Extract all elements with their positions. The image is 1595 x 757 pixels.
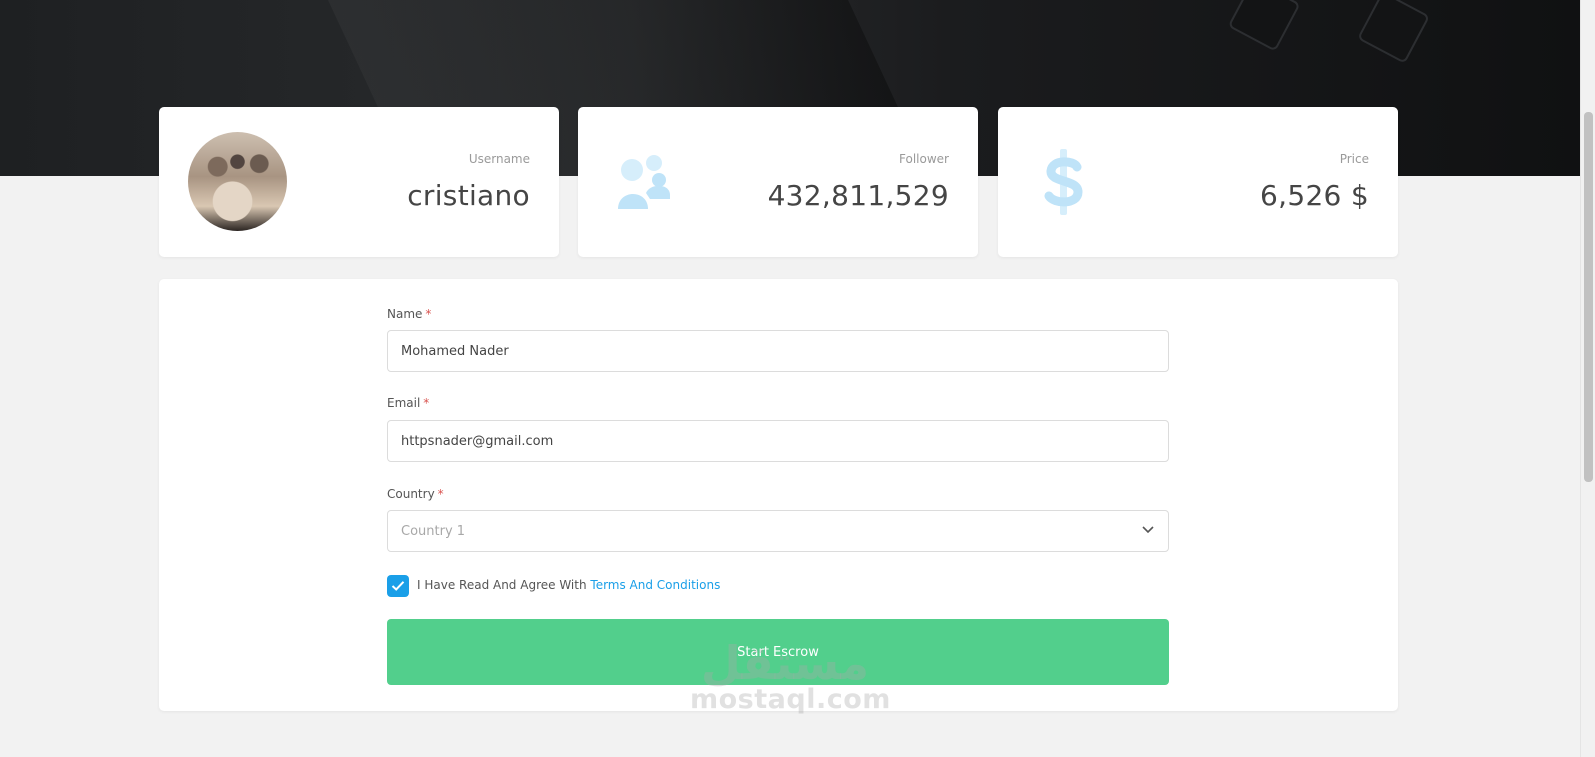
scrollbar-thumb[interactable] bbox=[1584, 112, 1593, 482]
check-icon bbox=[391, 581, 405, 591]
price-card: Price 6,526 $ bbox=[998, 107, 1398, 257]
terms-link[interactable]: Terms And Conditions bbox=[590, 578, 720, 592]
name-input[interactable]: Mohamed Nader bbox=[387, 330, 1169, 372]
name-label-text: Name bbox=[387, 307, 423, 321]
follower-card: Follower 432,811,529 bbox=[578, 107, 978, 257]
email-label-text: Email bbox=[387, 396, 421, 410]
users-icon bbox=[614, 153, 670, 217]
escrow-form: Name * Mohamed Nader Email * httpsnader@gm… bbox=[159, 279, 1398, 711]
key-blank-5 bbox=[1357, 0, 1431, 64]
follower-label: Follower bbox=[899, 152, 949, 166]
terms-text: I Have Read And Agree With Terms And Con… bbox=[417, 578, 720, 592]
required-mark: * bbox=[437, 487, 444, 501]
terms-text-static: I Have Read And Agree With bbox=[417, 578, 587, 592]
dollar-icon bbox=[1044, 149, 1084, 219]
price-label: Price bbox=[1339, 152, 1369, 166]
name-label: Name * bbox=[387, 307, 431, 321]
required-mark: * bbox=[425, 307, 432, 321]
username-value: cristiano bbox=[407, 179, 530, 212]
country-select[interactable]: Country 1 bbox=[387, 510, 1169, 552]
email-input[interactable]: httpsnader@gmail.com bbox=[387, 420, 1169, 462]
name-input-value: Mohamed Nader bbox=[401, 343, 509, 359]
start-escrow-label: Start Escrow bbox=[737, 644, 819, 660]
required-mark: * bbox=[423, 396, 430, 410]
follower-value: 432,811,529 bbox=[767, 179, 949, 212]
country-label-text: Country bbox=[387, 487, 435, 501]
scrollbar[interactable] bbox=[1580, 0, 1595, 757]
username-card: Username cristiano bbox=[159, 107, 559, 257]
terms-checkbox[interactable] bbox=[387, 575, 409, 597]
page: Q W E 2 3 4 5 Username cristiano bbox=[0, 0, 1595, 757]
chevron-down-icon bbox=[1141, 523, 1155, 539]
email-input-value: httpsnader@gmail.com bbox=[401, 433, 554, 449]
price-value: 6,526 $ bbox=[1260, 179, 1369, 212]
email-label: Email * bbox=[387, 396, 429, 410]
country-select-value: Country 1 bbox=[401, 523, 466, 539]
username-label: Username bbox=[468, 152, 530, 166]
country-label: Country * bbox=[387, 487, 444, 501]
key-blank-1 bbox=[1227, 0, 1301, 52]
avatar bbox=[188, 132, 287, 231]
start-escrow-button[interactable]: Start Escrow bbox=[387, 619, 1169, 685]
